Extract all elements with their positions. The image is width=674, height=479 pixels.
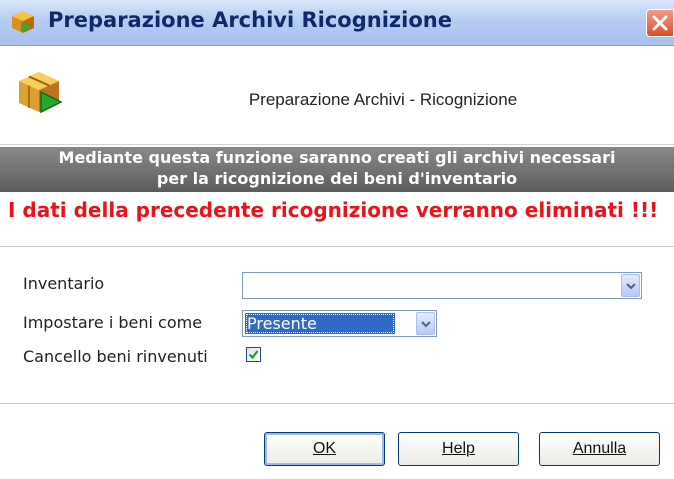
close-button[interactable] xyxy=(646,9,674,37)
app-icon xyxy=(10,9,36,35)
divider-top xyxy=(0,246,674,247)
info-banner: Mediante questa funzione saranno creati … xyxy=(0,147,674,192)
chevron-down-icon xyxy=(626,283,636,290)
help-button-label: Help xyxy=(442,440,475,457)
divider-bottom xyxy=(0,403,674,404)
impostare-value: Presente xyxy=(247,314,317,333)
help-button[interactable]: Help xyxy=(398,432,519,466)
close-icon xyxy=(652,15,668,31)
impostare-dropdown-button[interactable] xyxy=(416,312,435,335)
header-title: Preparazione Archivi - Ricognizione xyxy=(248,90,518,109)
warning-text: I dati della precedente ricognizione ver… xyxy=(8,198,659,222)
annulla-button-label: Annulla xyxy=(572,440,627,457)
cancello-label: Cancello beni rinvenuti xyxy=(23,347,208,366)
chevron-down-icon xyxy=(421,321,431,328)
banner-line-1: Mediante questa funzione saranno creati … xyxy=(58,148,616,167)
annulla-button[interactable]: Annulla xyxy=(539,432,660,466)
cancello-checkbox[interactable] xyxy=(246,347,261,362)
title-bar: Preparazione Archivi Ricognizione xyxy=(0,0,674,46)
checkmark-icon xyxy=(248,350,259,360)
ok-button-label: OK xyxy=(312,440,337,457)
window-title: Preparazione Archivi Ricognizione xyxy=(48,8,452,32)
ok-button[interactable]: OK xyxy=(264,432,385,466)
inventario-combobox[interactable] xyxy=(242,272,642,299)
impostare-combobox[interactable]: Presente xyxy=(242,310,437,337)
banner-line-2: per la ricognizione dei beni d'inventari… xyxy=(156,169,518,188)
impostare-label: Impostare i beni come xyxy=(23,313,203,332)
inventario-dropdown-button[interactable] xyxy=(621,274,640,297)
inventario-label: Inventario xyxy=(23,274,105,293)
dialog-header: Preparazione Archivi - Ricognizione xyxy=(0,46,674,145)
